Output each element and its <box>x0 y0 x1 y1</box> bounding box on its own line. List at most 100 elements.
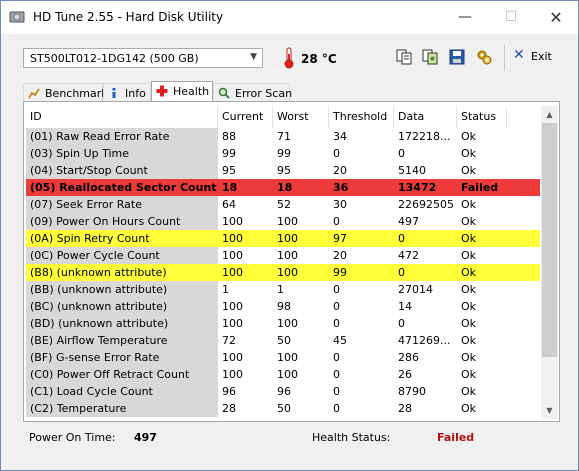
cell-data: 0 <box>394 264 457 281</box>
tab-health[interactable]: Health <box>151 81 213 102</box>
table-row[interactable]: (B8) (unknown attribute) 100 100 99 0 Ok <box>26 264 542 281</box>
cell-current: 100 <box>222 351 243 364</box>
table-row[interactable]: (BC) (unknown attribute) 100 98 0 14 Ok <box>26 298 542 315</box>
cell-id: (BE) Airflow Temperature <box>26 332 218 349</box>
table-header: ID Current Worst Threshold Data Status <box>26 106 542 128</box>
tab-info[interactable]: Info <box>103 83 151 102</box>
scroll-down-arrow[interactable]: ▼ <box>541 402 558 419</box>
table-row[interactable]: (0C) Power Cycle Count 100 100 20 472 Ok <box>26 247 542 264</box>
column-header-id[interactable]: ID <box>26 106 218 128</box>
cell-current: 100 <box>222 300 243 313</box>
table-row[interactable]: (BB) (unknown attribute) 1 1 0 27014 Ok <box>26 281 542 298</box>
exit-button[interactable]: ✕ Exit <box>511 47 552 67</box>
cell-threshold: 34 <box>333 130 347 143</box>
cell-data: 471269... <box>398 334 451 347</box>
tab-benchmark[interactable]: Benchmark <box>23 83 108 102</box>
cell-status: Ok <box>461 300 477 313</box>
table-row[interactable]: (09) Power On Hours Count 100 100 0 497 Ok <box>26 213 542 230</box>
cell-data: 22692505 <box>398 198 454 211</box>
cell-current: 100 <box>222 215 243 228</box>
save-icon[interactable] <box>448 48 466 66</box>
column-header-threshold[interactable]: Threshold <box>329 106 394 128</box>
cell-current: 88 <box>222 130 236 143</box>
table-row[interactable]: (BE) Airflow Temperature 72 50 45 471269... O… <box>26 332 542 349</box>
copy-screenshot-icon[interactable] <box>421 48 439 66</box>
vertical-scrollbar[interactable]: ▲ ▼ <box>541 106 558 419</box>
scroll-thumb[interactable] <box>542 123 557 357</box>
cell-current: 28 <box>222 402 236 415</box>
table-row[interactable]: (C0) Power Off Retract Count 100 100 0 26 Ok <box>26 366 542 383</box>
table-row[interactable]: (01) Raw Read Error Rate 88 71 34 172218... O… <box>26 128 542 145</box>
cell-worst: 98 <box>277 300 291 313</box>
cell-current: 100 <box>218 230 273 247</box>
column-header-data[interactable]: Data <box>394 106 457 128</box>
title-bar[interactable]: HD Tune 2.55 - Hard Disk Utility — ☐ ✕ <box>1 1 578 34</box>
chevron-down-icon[interactable]: ▼ <box>250 52 257 62</box>
column-header-current[interactable]: Current <box>218 106 273 128</box>
cell-data: 0 <box>398 147 405 160</box>
drive-select-value: ST500LT012-1DG142 (500 GB) <box>30 52 199 65</box>
cell-data: 8790 <box>398 385 426 398</box>
table-row[interactable]: (0A) Spin Retry Count 100 100 97 0 Ok <box>26 230 542 247</box>
cell-id: (BF) G-sense Error Rate <box>26 349 218 366</box>
cell-status: Ok <box>461 317 477 330</box>
table-row[interactable]: (03) Spin Up Time 99 99 0 0 Ok <box>26 145 542 162</box>
cell-current: 99 <box>222 147 236 160</box>
table-row[interactable]: (07) Seek Error Rate 64 52 30 22692505 Ok <box>26 196 542 213</box>
power-on-label: Power On Time: <box>29 431 116 444</box>
copy-text-icon[interactable] <box>395 48 413 66</box>
cell-threshold: 20 <box>333 164 347 177</box>
tab-label: Error Scan <box>235 87 293 100</box>
cell-data: 28 <box>398 402 412 415</box>
table-row[interactable]: (BF) G-sense Error Rate 100 100 0 286 Ok <box>26 349 542 366</box>
exit-icon: ✕ <box>513 47 525 63</box>
magnifier-icon <box>218 87 230 99</box>
hard-disk-app-icon <box>9 11 25 23</box>
cell-threshold: 30 <box>333 198 347 211</box>
cell-data: 5140 <box>398 164 426 177</box>
cell-id: (C2) Temperature <box>26 400 218 417</box>
cell-threshold: 0 <box>333 368 340 381</box>
cell-worst: 95 <box>277 164 291 177</box>
cell-current: 96 <box>222 385 236 398</box>
cell-worst: 99 <box>277 147 291 160</box>
close-button[interactable]: ✕ <box>533 1 579 34</box>
cell-current: 100 <box>222 317 243 330</box>
cell-id: (04) Start/Stop Count <box>26 162 218 179</box>
cell-id: (07) Seek Error Rate <box>26 196 218 213</box>
cell-threshold: 0 <box>333 147 340 160</box>
table-row[interactable]: (04) Start/Stop Count 95 95 20 5140 Ok <box>26 162 542 179</box>
table-row[interactable]: (05) Reallocated Sector Count 18 18 36 13472… <box>26 179 542 196</box>
cell-data: 172218... <box>398 130 451 143</box>
options-icon[interactable] <box>475 48 493 66</box>
scroll-up-arrow[interactable]: ▲ <box>541 106 558 123</box>
cell-status: Ok <box>461 283 477 296</box>
cell-threshold: 0 <box>333 300 340 313</box>
cell-threshold: 0 <box>333 351 340 364</box>
cell-threshold: 0 <box>333 385 340 398</box>
column-header-worst[interactable]: Worst <box>273 106 329 128</box>
thermometer-icon <box>284 47 294 69</box>
cell-status: Ok <box>461 198 477 211</box>
cell-id: (BB) (unknown attribute) <box>26 281 218 298</box>
cell-current: 18 <box>218 179 273 196</box>
table-row[interactable]: (BD) (unknown attribute) 100 100 0 0 Ok <box>26 315 542 332</box>
power-on-value: 497 <box>134 431 157 444</box>
drive-select[interactable]: ST500LT012-1DG142 (500 GB) ▼ <box>23 48 263 68</box>
table-row[interactable]: (C2) Temperature 28 50 0 28 Ok <box>26 400 542 417</box>
cell-data: 13472 <box>394 179 457 196</box>
maximize-button[interactable]: ☐ <box>488 1 534 34</box>
cell-id: (B8) (unknown attribute) <box>26 264 218 281</box>
window-title: HD Tune 2.55 - Hard Disk Utility <box>33 10 224 24</box>
cell-status: Ok <box>461 249 477 262</box>
table-row[interactable]: (C1) Load Cycle Count 96 96 0 8790 Ok <box>26 383 542 400</box>
cell-id: (BC) (unknown attribute) <box>26 298 218 315</box>
column-header-status[interactable]: Status <box>457 106 507 128</box>
info-icon <box>112 88 116 98</box>
cell-id: (01) Raw Read Error Rate <box>26 128 218 145</box>
cell-current: 100 <box>218 264 273 281</box>
tab-error-scan[interactable]: Error Scan <box>213 83 293 102</box>
cell-data: 472 <box>398 249 419 262</box>
minimize-button[interactable]: — <box>442 1 488 34</box>
cell-worst: 18 <box>273 179 329 196</box>
